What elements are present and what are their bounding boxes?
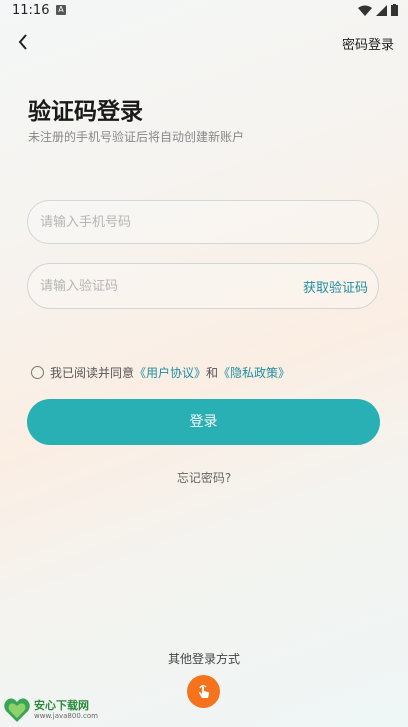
login-button[interactable]: 登录: [27, 399, 380, 445]
status-icons: [358, 4, 398, 16]
agreement-and: 和: [206, 366, 219, 380]
agreement-row: 我已阅读并同意 《用户协议》 和 《隐私政策》: [31, 364, 290, 381]
page-title: 验证码登录: [28, 99, 143, 125]
page-subtitle: 未注册的手机号验证后将自动创建新账户: [28, 130, 245, 144]
tap-hand-icon: [198, 684, 209, 698]
code-field[interactable]: 获取验证码: [27, 263, 379, 309]
watermark-title: 安心下载网: [34, 699, 89, 712]
back-button[interactable]: [14, 32, 34, 52]
other-login-label: 其他登录方式: [167, 652, 240, 666]
wifi-icon: [358, 5, 372, 16]
signal-icon: [376, 4, 387, 16]
forgot-password-link[interactable]: 忘记密码?: [0, 469, 408, 486]
other-login-button[interactable]: [187, 675, 220, 708]
agreement-prefix: 我已阅读并同意: [50, 366, 135, 380]
heart-logo-icon: [4, 698, 30, 722]
privacy-policy-link[interactable]: 《隐私政策》: [218, 364, 290, 381]
status-time: 11:16: [12, 3, 50, 18]
get-code-button[interactable]: 获取验证码: [303, 277, 368, 296]
battery-icon: [391, 4, 398, 16]
watermark: 安心下载网 www.java800.com: [3, 697, 98, 723]
watermark-url: www.java800.com: [34, 712, 98, 720]
phone-field[interactable]: [27, 200, 379, 244]
chevron-left-icon: [18, 34, 27, 50]
agreement-checkbox[interactable]: [31, 366, 44, 379]
notification-icon: A: [56, 5, 66, 15]
code-input[interactable]: [28, 264, 280, 308]
user-agreement-link[interactable]: 《用户协议》: [134, 364, 206, 381]
phone-input[interactable]: [28, 201, 280, 243]
password-login-link[interactable]: 密码登录: [342, 34, 394, 53]
